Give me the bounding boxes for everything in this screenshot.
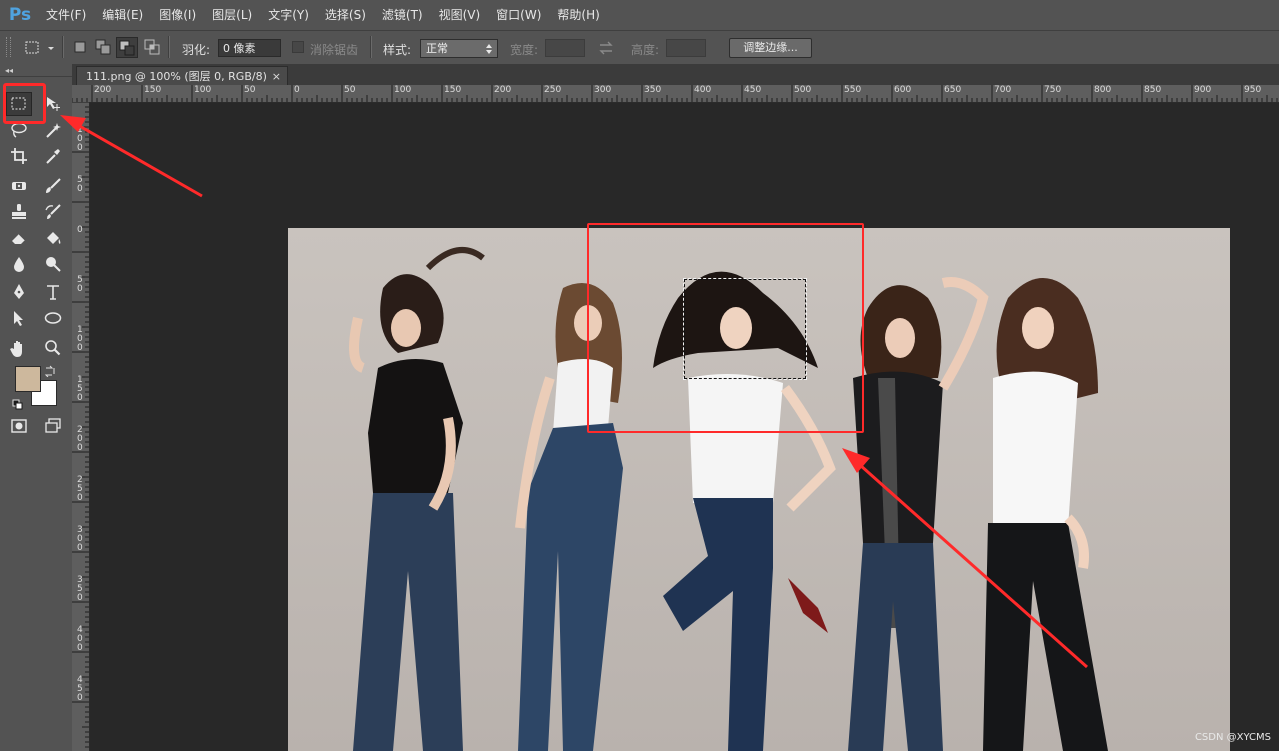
annotation-arrows	[60, 115, 1088, 669]
watermark: CSDN @XYCMS	[1194, 732, 1271, 743]
